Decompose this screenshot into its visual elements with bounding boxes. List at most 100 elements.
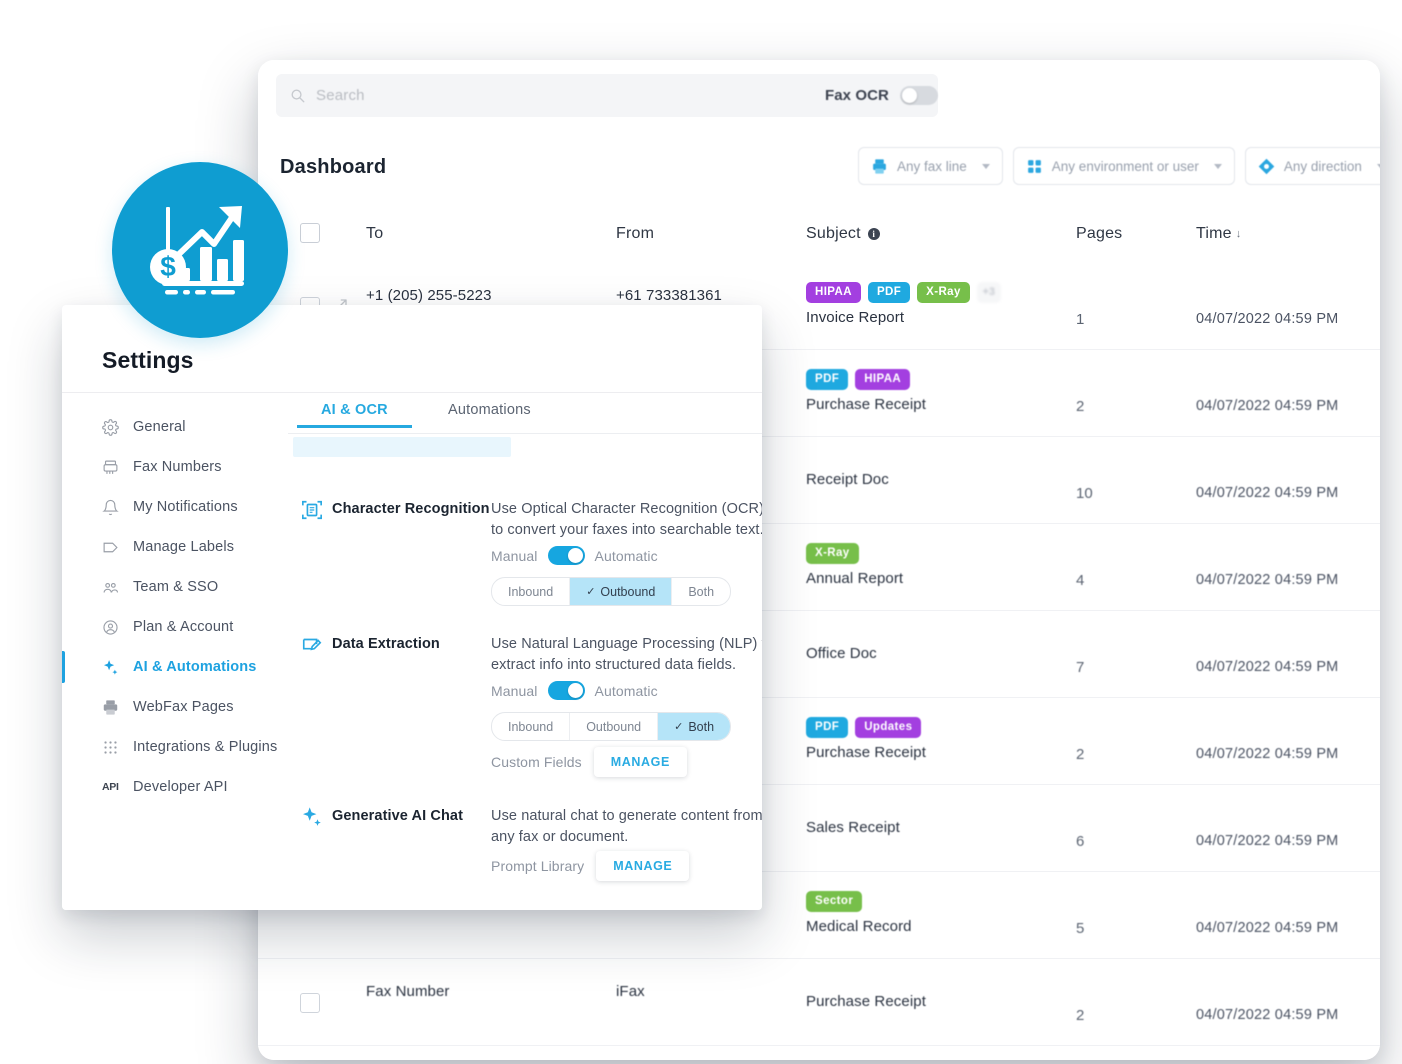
- settings-content: AI & OCR Automations Character Recogniti…: [288, 393, 762, 910]
- subject-text: Invoice Report: [806, 309, 905, 326]
- filter-fax-line[interactable]: Any fax line: [858, 147, 1003, 185]
- mode-automatic-label: Automatic: [594, 547, 658, 564]
- extraction-mode-row: Manual Automatic: [491, 681, 658, 700]
- dots-grid-icon: [104, 740, 117, 754]
- chevron-down-icon: [981, 163, 990, 169]
- tag-list: PDF HIPAA: [806, 368, 1056, 390]
- fax-icon: [103, 460, 118, 474]
- segment-outbound[interactable]: ✓ Outbound: [570, 578, 673, 605]
- cell-subject: Sales Receipt: [806, 803, 1056, 836]
- cell-time: 04/07/2022 04:59 PM: [1196, 833, 1339, 849]
- column-header-time[interactable]: Time ↓: [1196, 225, 1241, 243]
- cell-pages: 4: [1076, 572, 1085, 589]
- sidebar-item-plan-account[interactable]: Plan & Account: [62, 607, 288, 647]
- sidebar-item-fax-numbers[interactable]: Fax Numbers: [62, 447, 288, 487]
- subject-text: Purchase Receipt: [806, 993, 926, 1010]
- to-number: Fax Number: [366, 983, 450, 1000]
- tab-automations[interactable]: Automations: [448, 402, 531, 418]
- subject-text: Sales Receipt: [806, 819, 900, 836]
- segment-label: Outbound: [586, 719, 642, 734]
- tag-list: PDF Updates: [806, 716, 1056, 738]
- column-header-from[interactable]: From: [616, 225, 654, 243]
- sidebar-item-label: Plan & Account: [133, 619, 234, 635]
- settings-sidebar: General Fax Numbers My Notifications Man…: [62, 393, 289, 910]
- tag-badge[interactable]: HIPAA: [806, 281, 861, 303]
- filter-direction[interactable]: Any direction: [1244, 147, 1380, 185]
- cell-pages: 2: [1076, 398, 1085, 415]
- mode-manual-label: Manual: [491, 682, 538, 699]
- select-all-checkbox[interactable]: [300, 223, 320, 243]
- tag-badge[interactable]: Sector: [806, 890, 863, 912]
- column-header-subject-label: Subject: [806, 225, 861, 242]
- tag-badge[interactable]: PDF: [867, 281, 911, 303]
- cell-subject: Sector Medical Record: [806, 890, 1056, 935]
- tag-badge[interactable]: X-Ray: [917, 281, 970, 303]
- cell-subject: PDF HIPAA Purchase Receipt: [806, 368, 1056, 413]
- prompt-library-label: Prompt Library: [491, 858, 585, 874]
- ocr-mode-row: Manual Automatic: [491, 546, 658, 565]
- column-header-to[interactable]: To: [366, 225, 383, 243]
- api-icon: API: [102, 780, 119, 793]
- sort-arrow-icon[interactable]: ↓: [1236, 228, 1242, 240]
- filter-direction-label: Any direction: [1283, 158, 1362, 174]
- filter-environment-user[interactable]: Any environment or user: [1012, 147, 1235, 185]
- cell-time: 04/07/2022 04:59 PM: [1196, 659, 1339, 675]
- tag-badge[interactable]: X-Ray: [806, 542, 859, 564]
- sidebar-item-webfax-pages[interactable]: WebFax Pages: [62, 687, 288, 727]
- sidebar-item-label: AI & Automations: [133, 659, 257, 675]
- cell-from: iFax: [616, 981, 796, 1003]
- tag-list: X-Ray: [806, 542, 1056, 564]
- column-header-subject[interactable]: Subject i: [806, 225, 880, 243]
- tag-badge[interactable]: PDF: [806, 368, 849, 390]
- prompt-library-row: Prompt Library MANAGE: [491, 851, 690, 881]
- info-icon[interactable]: i: [867, 228, 880, 240]
- tag-badge[interactable]: Updates: [855, 716, 922, 738]
- segment-label: Both: [688, 584, 715, 599]
- settings-title: Settings: [102, 347, 194, 373]
- sidebar-item-my-notifications[interactable]: My Notifications: [62, 487, 288, 527]
- cell-subject: PDF Updates Purchase Receipt: [806, 716, 1056, 761]
- mode-manual-label: Manual: [491, 547, 538, 564]
- filter-fax-line-label: Any fax line: [897, 158, 967, 174]
- sidebar-item-general[interactable]: General: [62, 407, 288, 447]
- segment-outbound[interactable]: Outbound: [570, 713, 659, 740]
- ocr-mode-toggle[interactable]: [547, 546, 585, 565]
- extraction-mode-toggle[interactable]: [547, 681, 585, 700]
- bell-icon: [102, 499, 119, 515]
- user-circle-icon: [103, 619, 118, 635]
- tag-overflow-badge[interactable]: +3: [976, 281, 1001, 303]
- cell-pages: 2: [1076, 746, 1085, 763]
- chevron-down-icon: [1376, 163, 1380, 169]
- cell-time: 04/07/2022 04:59 PM: [1196, 398, 1339, 414]
- sidebar-item-label: Integrations & Plugins: [133, 739, 278, 755]
- segment-inbound[interactable]: Inbound: [492, 578, 571, 605]
- table-row[interactable]: +1 (205) 255-5222+61 733381361crobles@ic…: [258, 1046, 1380, 1060]
- fax-ocr-toggle[interactable]: [900, 86, 938, 105]
- sidebar-item-ai-automations[interactable]: AI & Automations: [62, 647, 288, 687]
- manage-prompt-library-button[interactable]: MANAGE: [596, 851, 690, 881]
- sidebar-item-developer-api[interactable]: API Developer API: [62, 767, 288, 807]
- tab-ai-ocr[interactable]: AI & OCR: [297, 402, 412, 428]
- segment-both[interactable]: ✓ Both: [658, 713, 731, 740]
- dashboard-subbar: Dashboard Any fax line Any environment o…: [258, 130, 1380, 206]
- tag-list: HIPAA PDF X-Ray +3: [806, 281, 1056, 303]
- settings-window: Settings General Fax Numbers My Notifica…: [62, 305, 762, 910]
- column-header-pages[interactable]: Pages: [1076, 225, 1122, 243]
- row-checkbox[interactable]: [300, 993, 320, 1013]
- tag-badge[interactable]: HIPAA: [855, 368, 911, 390]
- segment-both[interactable]: Both: [672, 578, 730, 605]
- tag-badge[interactable]: PDF: [806, 716, 849, 738]
- sidebar-item-manage-labels[interactable]: Manage Labels: [62, 527, 288, 567]
- fax-ocr-control[interactable]: Fax OCR: [825, 74, 938, 117]
- segment-inbound[interactable]: Inbound: [492, 713, 571, 740]
- manage-custom-fields-button[interactable]: MANAGE: [593, 747, 687, 777]
- cell-pages: 7: [1076, 659, 1085, 676]
- cell-subject: Purchase Receipt: [806, 977, 1056, 1010]
- cell-time: 04/07/2022 04:59 PM: [1196, 1007, 1339, 1023]
- table-row[interactable]: Fax Number iFax Purchase Receipt 2 04/07/202…: [258, 959, 1380, 1046]
- sidebar-item-team-sso[interactable]: Team & SSO: [62, 567, 288, 607]
- sidebar-item-integrations-plugins[interactable]: Integrations & Plugins: [62, 727, 288, 767]
- mode-automatic-label: Automatic: [594, 682, 658, 699]
- chevron-down-icon: [1213, 163, 1222, 169]
- cell-subject: Office Doc: [806, 629, 1056, 662]
